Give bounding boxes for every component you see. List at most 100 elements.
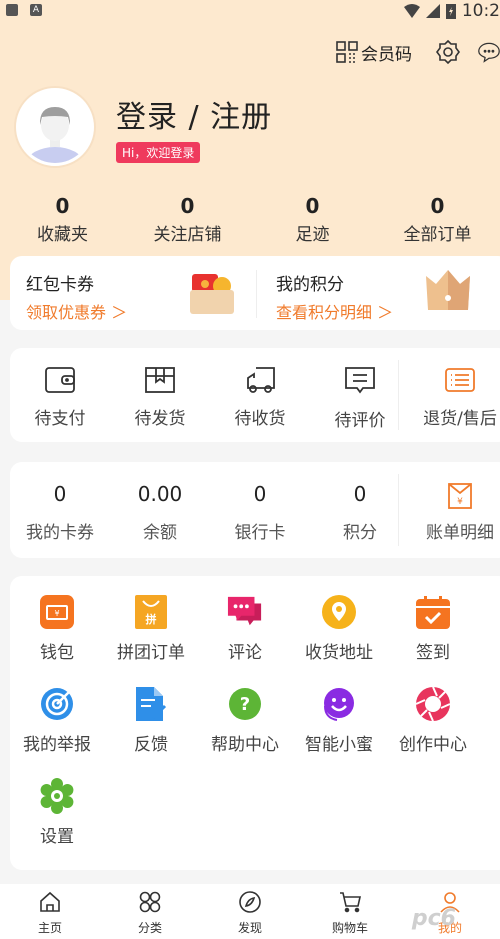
red-packet-coupons[interactable]: 红包卡券 领取优惠券 ＞ — [10, 256, 260, 330]
battery-icon — [445, 4, 456, 19]
wallet-icon: ¥ — [40, 595, 74, 629]
divider — [256, 270, 257, 318]
tool-feedback[interactable]: 反馈 — [104, 686, 198, 778]
wifi-icon — [403, 4, 420, 18]
signal-icon — [425, 4, 440, 18]
stat-footprints[interactable]: 0 足迹 — [250, 194, 375, 245]
stat-label: 足迹 — [295, 225, 330, 245]
order-pending-payment[interactable]: 待支付 — [10, 348, 110, 442]
wallet-my-coupons[interactable]: 0 我的卡券 — [10, 462, 110, 558]
tool-comments[interactable]: 评论 — [198, 594, 292, 686]
tool-smart-assistant[interactable]: 智能小蜜 — [292, 686, 386, 778]
tab-cart[interactable]: 购物车 — [300, 884, 400, 939]
messages-button[interactable] — [478, 38, 500, 66]
order-label: 待支付 — [34, 409, 86, 429]
tab-label: 分类 — [137, 921, 162, 935]
stat-value: 0 — [55, 194, 70, 218]
order-label: 待收货 — [234, 409, 286, 429]
app-notification-icon: A — [30, 4, 42, 16]
login-register-link[interactable]: 登录 / 注册 — [116, 92, 272, 136]
stat-followed-shops[interactable]: 0 关注店铺 — [125, 194, 250, 245]
chat-icon — [227, 596, 262, 626]
wallet-value: 0 — [353, 482, 367, 506]
wallet-balance[interactable]: 0.00 余额 — [110, 462, 210, 558]
message-icon — [478, 42, 500, 63]
group-buy-icon: 拼 — [135, 595, 167, 629]
tool-label: 评论 — [228, 643, 262, 663]
compass-icon — [239, 891, 261, 913]
package-icon — [145, 367, 175, 393]
cart-icon — [340, 892, 361, 913]
wallet-label: 银行卡 — [234, 523, 286, 543]
tool-my-reports[interactable]: 我的举报 — [10, 686, 104, 778]
svg-text:?: ? — [240, 694, 250, 715]
status-bar: A 10:2 — [0, 0, 500, 22]
bill-icon: ¥ — [448, 483, 472, 509]
tool-check-in[interactable]: 签到 — [386, 594, 480, 686]
wallet-value: 0 — [253, 482, 267, 506]
tool-settings[interactable]: 设置 — [10, 778, 104, 870]
wallet-card: 0 我的卡券 0.00 余额 0 银行卡 0 积分 ¥ 账单明细 — [10, 462, 500, 558]
stat-all-orders[interactable]: 0 全部订单 — [375, 194, 500, 245]
my-points[interactable]: 我的积分 查看积分明细 ＞ — [260, 256, 500, 330]
divider — [398, 474, 399, 546]
tab-home[interactable]: 主页 — [0, 884, 100, 939]
wallet-label: 我的卡券 — [26, 523, 94, 543]
tool-creator-center[interactable]: 创作中心 — [386, 686, 480, 778]
tools-card: ¥ 钱包 拼 拼团订单 评论 收货地址 签到 我的举报 反馈 ? 帮助中心 智能… — [10, 576, 500, 870]
order-returns-after-sales[interactable]: 退货/售后 — [410, 348, 500, 442]
wallet-label: 积分 — [343, 523, 377, 543]
wallet-value: 0.00 — [137, 482, 183, 506]
clock: 10:2 — [461, 1, 500, 21]
tool-label: 设置 — [40, 827, 74, 847]
greeting-badge: Hi，欢迎登录 — [116, 141, 201, 163]
member-code-label: 会员码 — [361, 44, 412, 65]
comment-icon — [345, 367, 375, 394]
watermark: pc6 — [411, 906, 456, 931]
tool-label: 我的举报 — [23, 735, 91, 755]
avatar[interactable] — [16, 88, 94, 166]
order-label: 待发货 — [134, 409, 186, 429]
tab-label: 主页 — [37, 921, 62, 935]
tool-label: 拼团订单 — [117, 643, 185, 663]
location-icon — [322, 595, 356, 629]
order-pending-review[interactable]: 待评价 — [310, 348, 410, 442]
svg-text:拼: 拼 — [146, 612, 157, 626]
stat-favorites[interactable]: 0 收藏夹 — [0, 194, 125, 245]
document-edit-icon — [136, 687, 167, 721]
wallet-bank-cards[interactable]: 0 银行卡 — [210, 462, 310, 558]
stat-value: 0 — [305, 194, 320, 218]
home-icon — [40, 891, 60, 912]
wallet-bill-details[interactable]: ¥ 账单明细 — [410, 462, 500, 558]
member-code-button[interactable]: 会员码 — [336, 40, 412, 65]
stat-value: 0 — [430, 194, 445, 218]
tool-group-buy-orders[interactable]: 拼 拼团订单 — [104, 594, 198, 686]
coupon-card: 红包卡券 领取优惠券 ＞ 我的积分 查看积分明细 ＞ — [10, 256, 500, 330]
profile-section: 登录 / 注册 Hi，欢迎登录 — [16, 88, 272, 166]
assistant-icon — [324, 688, 354, 721]
tab-categories[interactable]: 分类 — [100, 884, 200, 939]
wallet-value: 0 — [53, 482, 67, 506]
tool-shipping-address[interactable]: 收货地址 — [292, 594, 386, 686]
tool-wallet[interactable]: ¥ 钱包 — [10, 594, 104, 686]
wallet-points[interactable]: 0 积分 — [310, 462, 410, 558]
aperture-icon — [415, 686, 451, 722]
orders-card: 待支付 待发货 待收货 待评价 退货/售后 — [10, 348, 500, 442]
categories-icon — [139, 891, 161, 913]
svg-text:¥: ¥ — [54, 609, 59, 618]
truck-icon — [247, 367, 275, 393]
calendar-check-icon — [416, 596, 450, 629]
tool-label: 反馈 — [134, 735, 168, 755]
gear-icon — [436, 39, 460, 65]
order-pending-receipt[interactable]: 待收货 — [210, 348, 310, 442]
tool-label: 智能小蜜 — [305, 735, 373, 755]
stat-label: 全部订单 — [403, 225, 472, 245]
crown-icon — [426, 270, 470, 310]
order-pending-shipment[interactable]: 待发货 — [110, 348, 210, 442]
settings-button[interactable] — [434, 38, 462, 66]
tool-help-center[interactable]: ? 帮助中心 — [198, 686, 292, 778]
default-avatar-icon — [19, 91, 91, 163]
settings-icon — [40, 778, 74, 814]
tab-discover[interactable]: 发现 — [200, 884, 300, 939]
wallet-label: 账单明细 — [426, 523, 494, 543]
